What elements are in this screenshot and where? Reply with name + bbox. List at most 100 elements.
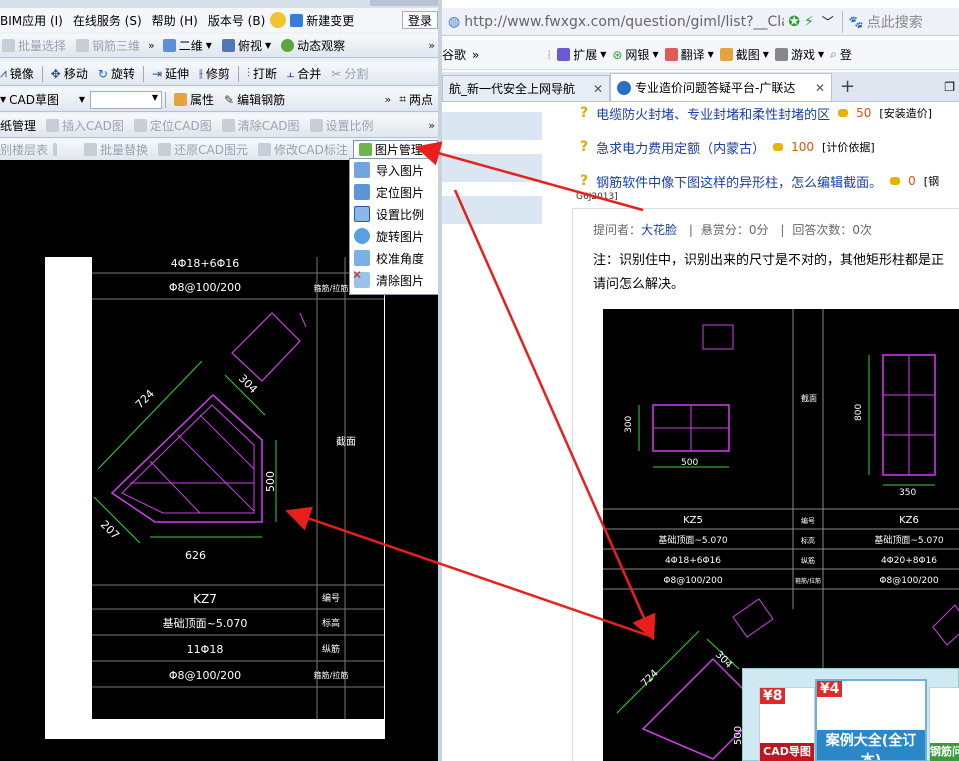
split-icon: ✂ — [331, 66, 342, 81]
break-button[interactable]: ⫶ 打断 — [242, 63, 282, 85]
question-tag[interactable]: [计价依据] — [822, 139, 875, 155]
cad-sketch-dropdown[interactable]: ▼ CAD草图 ▼ — [0, 89, 90, 111]
rebar-3d-icon — [76, 39, 90, 52]
chevron-down-icon[interactable]: ﹀ — [822, 13, 834, 30]
replace-icon — [84, 143, 98, 156]
question-points: 100 — [791, 140, 815, 154]
translate-icon — [664, 48, 678, 61]
cube-icon — [221, 39, 235, 52]
insert-icon — [46, 119, 60, 132]
screenshot-button[interactable]: 截图 ▼ — [719, 46, 769, 63]
picture-mgmt-button[interactable]: 图片管理 ▼ — [352, 139, 438, 160]
rotate-icon: ↻ — [97, 66, 108, 81]
menu-bim[interactable]: BIM应用 (I) — [0, 9, 68, 31]
question-tag[interactable]: [钢 — [924, 173, 939, 189]
ad-cad-guide[interactable]: ¥8 CAD导图全解 — [759, 687, 815, 761]
annotation-icon — [257, 143, 271, 156]
question-item[interactable]: ? 急求电力费用定额（内蒙古） 100 [计价依据] — [442, 130, 959, 164]
chevron-down-icon: ▼ — [0, 95, 7, 104]
login-button[interactable]: ⌕ 登 — [830, 46, 852, 63]
toolbar-overflow-chevron[interactable]: » — [381, 93, 394, 106]
question-item[interactable]: ? 电缆防火封堵、专业封堵和柔性封堵的区 50 [安装造价] — [442, 96, 959, 130]
close-icon[interactable]: ✕ — [815, 81, 825, 95]
ad-rebar-questions[interactable]: 钢筋问题全集 — [929, 687, 959, 761]
toolbar-overflow-chevron[interactable]: » — [425, 119, 438, 132]
close-icon[interactable]: ✕ — [593, 82, 603, 96]
set-scale-button[interactable]: 设置比例 — [305, 115, 379, 137]
rotate-button[interactable]: ↻ 旋转 — [93, 63, 140, 85]
question-tag[interactable]: [安装造价] — [879, 105, 932, 121]
toolbar-overflow-chevron[interactable]: » — [145, 39, 158, 52]
trim-button[interactable]: ⫲ 修剪 — [194, 63, 235, 85]
refresh-icon[interactable]: ✪ — [788, 14, 800, 30]
menu-help[interactable]: 帮助 (H) — [147, 9, 203, 31]
rebar-label: 纵筋 — [322, 643, 340, 655]
kz6-elevation: 基础顶面~5.070 — [874, 534, 944, 546]
restore-cad-button[interactable]: 还原CAD图元 — [153, 139, 253, 160]
login-button[interactable]: 登录 — [401, 11, 438, 29]
lightning-icon[interactable]: ⚡ — [804, 14, 814, 30]
divider — [41, 65, 43, 82]
locate-cad-button[interactable]: 定位CAD图 — [129, 115, 217, 137]
bookmark-overflow-chevron[interactable]: » — [472, 48, 479, 62]
scale-icon — [309, 119, 323, 132]
search-box[interactable]: 🐾 点此搜索 — [841, 10, 923, 33]
question-title[interactable]: 电缆防火封堵、专业封堵和柔性封堵的区 — [596, 104, 830, 123]
insert-cad-button[interactable]: 插入CAD图 — [41, 115, 129, 137]
edit-rebar-button[interactable]: ✎ 编辑钢筋 — [219, 89, 290, 111]
rotate-picture-icon — [354, 228, 370, 244]
merge-button[interactable]: ⫠ 合并 — [282, 63, 326, 85]
menu-version[interactable]: 版本号 (B) — [203, 9, 270, 31]
games-button[interactable]: 游戏 ▼ — [774, 46, 824, 63]
ad-case-collection[interactable]: ¥4 案例大全(全订本) — [815, 679, 927, 761]
face-icon[interactable] — [270, 12, 287, 28]
ad-banner[interactable]: ¥8 CAD导图全解 ¥4 案例大全(全订本) 钢筋问题全集 — [742, 668, 959, 761]
crosshair-icon: ⌗ — [399, 92, 406, 106]
new-change-button[interactable]: 新建变更 — [286, 9, 359, 31]
rebar-3d-button[interactable]: 钢筋三维 — [71, 35, 145, 57]
chevron-down-icon: ▼ — [205, 41, 212, 50]
bookmark-google[interactable]: 谷歌 — [442, 46, 466, 63]
cad-menubar: BIM应用 (I) 在线服务 (S) 帮助 (H) 版本号 (B) 新建变更 登… — [0, 8, 438, 32]
asker-name[interactable]: 大花脸 — [641, 223, 677, 237]
move-button[interactable]: ✥ 移动 — [46, 63, 93, 85]
property-button[interactable]: 属性 — [169, 89, 219, 111]
extend-button[interactable]: ⇥ 延伸 — [147, 63, 194, 85]
two-point-button[interactable]: ⌗ 两点 — [394, 89, 438, 111]
question-code: G6J2013] — [576, 192, 618, 202]
menu-online-service[interactable]: 在线服务 (S) — [68, 9, 147, 31]
floor-table-button[interactable]: 别楼层表 — [0, 139, 53, 160]
extend-button[interactable]: 扩展 ▼ — [557, 46, 606, 63]
url-field[interactable]: http://www.fwxgx.com/question/giml/list?… — [464, 14, 784, 30]
question-item[interactable]: ? 钢筋软件中像下图这样的异形柱，怎么编辑截面。 0 [钢 — [442, 164, 959, 198]
dynamic-observe-button[interactable]: 动态观察 — [276, 35, 350, 57]
puzzle-icon — [557, 48, 571, 61]
view-2d-dropdown[interactable]: 二维 ▼ — [158, 35, 217, 57]
drawing-mgmt-tab[interactable]: 纸管理 — [0, 115, 41, 137]
property-icon — [174, 93, 187, 106]
batch-replace-button[interactable]: 批量替换 — [79, 139, 153, 160]
question-meta: 提问者：大花脸 | 悬赏分：0分 | 回答次数：0次 — [593, 223, 873, 237]
top-view-dropdown[interactable]: 俯视 ▼ — [217, 35, 276, 57]
nav-block[interactable] — [442, 196, 542, 224]
coin-icon — [773, 143, 784, 151]
question-mark-icon: ? — [580, 105, 589, 121]
batch-select-button[interactable]: 批量选择 — [0, 35, 71, 57]
divider: ⁞ — [547, 47, 552, 62]
trim-icon: ⫲ — [199, 66, 203, 80]
translate-button[interactable]: 翻译 ▼ — [664, 46, 714, 63]
new-change-icon — [290, 13, 304, 27]
import-picture-icon — [354, 162, 370, 178]
mirror-button[interactable]: ⩘ 镜像 — [0, 63, 39, 85]
mirror-icon: ⩘ — [0, 66, 7, 80]
layer-select[interactable]: ▼ — [90, 90, 162, 109]
modify-annotation-button[interactable]: 修改CAD标注 — [253, 139, 353, 160]
window-controls[interactable] — [370, 0, 438, 6]
question-title[interactable]: 钢筋软件中像下图这样的异形柱，怎么编辑截面。 — [596, 172, 882, 191]
netbank-button[interactable]: ⊛ 网银 ▼ — [612, 46, 658, 63]
search-input[interactable]: 点此搜索 — [867, 12, 923, 32]
toolbar-overflow-chevron[interactable]: » — [425, 39, 438, 52]
split-button[interactable]: ✂ 分割 — [326, 63, 373, 85]
clear-cad-button[interactable]: 清除CAD图 — [217, 115, 305, 137]
question-title[interactable]: 急求电力费用定额（内蒙古） — [596, 138, 765, 157]
